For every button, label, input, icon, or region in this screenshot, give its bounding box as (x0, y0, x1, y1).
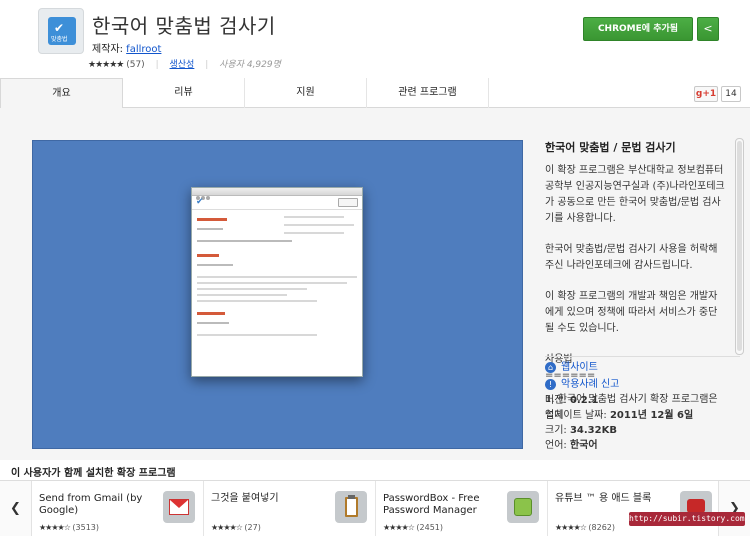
tab-bar: 개요 리뷰 지원 관련 프로그램 (0, 78, 750, 109)
related-item-rating: ★★★★☆ (27) (211, 523, 261, 532)
version-row: 버전: 0.2.1 (545, 395, 599, 406)
updated-row: 업데이트 날짜: 2011년 12월 6일 (545, 410, 694, 421)
related-item[interactable]: Send from Gmail (by Google) ★★★★☆ (3513) (32, 481, 204, 536)
extension-meta: ⌂ 웹사이트 ! 악용사례 신고 버전: 0.2.1 업데이트 날짜: 2011년 … (545, 359, 735, 453)
related-carousel: ❮ Send from Gmail (by Google) ★★★★☆ (351… (0, 480, 750, 536)
extension-screenshot[interactable]: ✔ (32, 140, 523, 449)
alert-icon: ! (545, 378, 556, 390)
tab-related[interactable]: 관련 프로그램 (367, 78, 489, 108)
description-heading: 한국어 맞춤법 / 문법 검사기 (545, 141, 676, 154)
share-icon: < (703, 22, 713, 35)
size-row: 크기: 34.32KB (545, 425, 617, 436)
carousel-next-button[interactable]: ❯ (718, 481, 750, 536)
icon-label: 맞춤법 (51, 36, 68, 43)
watermark: http://subir.tistory.com/ (629, 512, 749, 526)
extension-title: 한국어 맞춤법 검사기 (92, 14, 276, 38)
related-item[interactable]: 유튜브 ™ 용 애드 블록 ★★★★☆ (8262) (548, 481, 720, 536)
rating-row: ★★★★★ (57) | 생산성 | 사용자 4,929명 (88, 60, 281, 70)
website-link[interactable]: ⌂ 웹사이트 (545, 359, 735, 376)
tab-overview[interactable]: 개요 (0, 78, 123, 109)
share-button[interactable]: < (697, 17, 719, 41)
related-item-name: Send from Gmail (by Google) (39, 493, 143, 516)
related-item-name: 유튜브 ™ 용 애드 블록 (555, 493, 652, 504)
extension-icon: ✔ 맞춤법 (38, 8, 84, 54)
related-item-rating: ★★★★☆ (8262) (555, 523, 616, 532)
author-prefix: 제작자: (92, 44, 123, 55)
rating-count: (57) (126, 60, 145, 70)
related-item-rating: ★★★★☆ (3513) (39, 523, 100, 532)
passwordbox-icon (507, 491, 539, 523)
screenshot-window: ✔ (191, 187, 363, 377)
carousel-prev-button[interactable]: ❮ (0, 481, 32, 536)
author-line: 제작자: fallroot (92, 40, 161, 55)
related-item-name: 그것을 붙여넣기 (211, 493, 279, 504)
checkmark-icon: ✔ (54, 21, 65, 35)
description-scrollbar[interactable] (735, 138, 744, 355)
related-item[interactable]: 그것을 붙여넣기 ★★★★☆ (27) (204, 481, 376, 536)
rating-stars[interactable]: ★★★★★ (88, 60, 124, 70)
related-item-name: PasswordBox - Free Password Manager (383, 493, 480, 516)
related-item-rating: ★★★★☆ (2451) (383, 523, 444, 532)
tab-support[interactable]: 지원 (245, 78, 367, 108)
category-link[interactable]: 생산성 (170, 60, 195, 70)
author-link[interactable]: fallroot (126, 44, 161, 55)
home-icon: ⌂ (545, 361, 556, 373)
clipboard-icon (335, 491, 367, 523)
add-to-chrome-button[interactable]: CHROME에 추가됨 (583, 17, 693, 41)
gplus-button[interactable]: g+1 (694, 86, 718, 102)
gmail-icon (163, 491, 195, 523)
description-para-3: 이 확장 프로그램의 개발과 책임은 개발자에게 있으며 정책에 따라서 서비스… (545, 291, 718, 334)
user-count: 사용자 4,929명 (219, 60, 281, 70)
tab-reviews[interactable]: 리뷰 (123, 78, 245, 108)
description-para-2: 한국어 맞춤법/문법 검사기 사용을 허락해 주신 나라인포테크에 감사드립니다… (545, 244, 718, 271)
related-item[interactable]: PasswordBox - Free Password Manager ★★★★… (376, 481, 548, 536)
gplus-count: 14 (721, 86, 741, 102)
related-heading: 이 사용자가 함께 설치한 확장 프로그램 (11, 468, 176, 479)
language-row: 언어: 한국어 (545, 440, 598, 451)
report-abuse-link[interactable]: ! 악용사례 신고 (545, 376, 735, 393)
screenshot-check-icon: ✔ (196, 197, 204, 207)
description-para-1: 이 확장 프로그램은 부산대학교 정보컴퓨터공학부 인공지능연구실과 (주)나라… (545, 165, 725, 224)
extension-header: ✔ 맞춤법 한국어 맞춤법 검사기 제작자: fallroot ★★★★★ (5… (0, 0, 750, 78)
